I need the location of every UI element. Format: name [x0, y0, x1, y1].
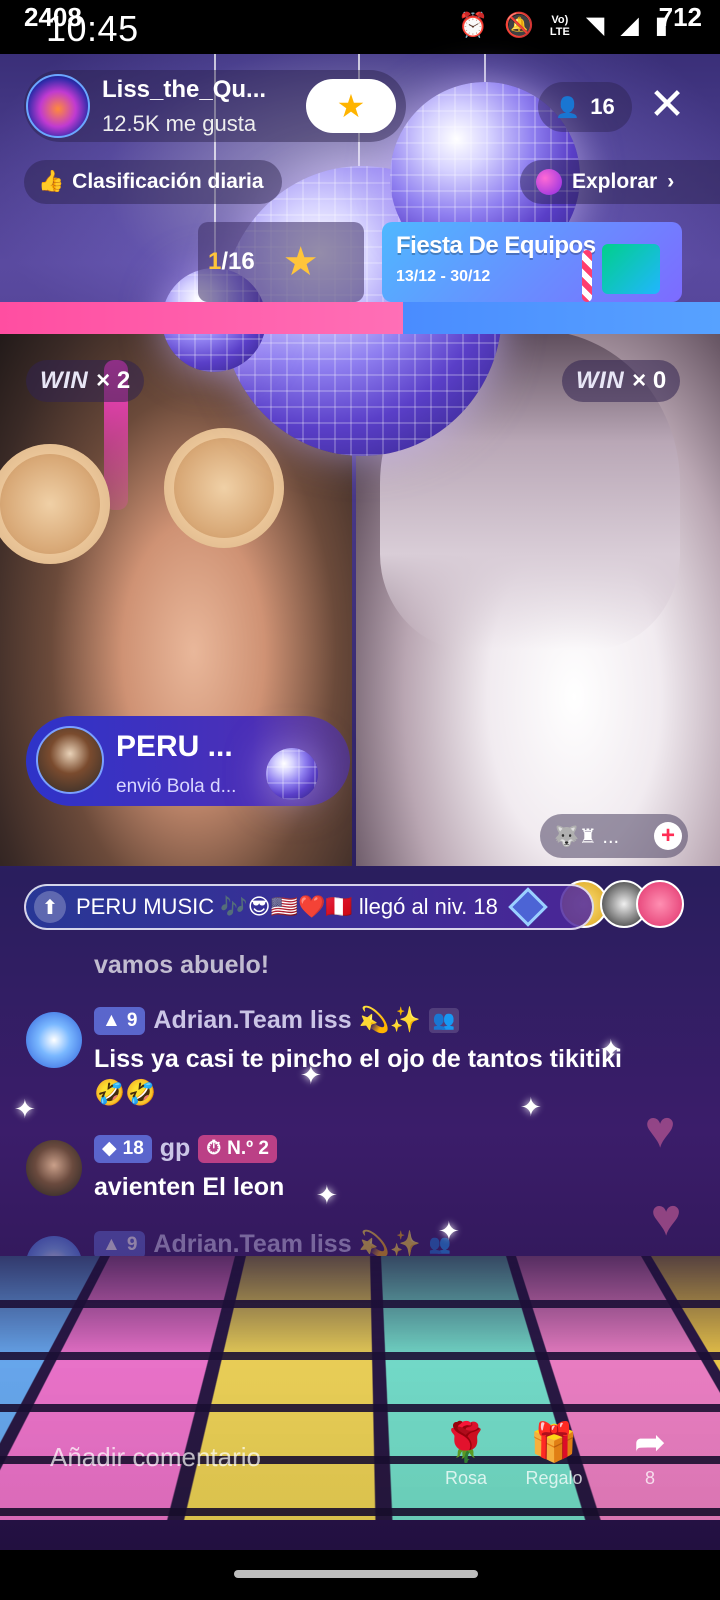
sparkle-icon: ✦	[300, 1060, 322, 1090]
disco-ball-gift-icon	[266, 748, 318, 800]
share-count: 8	[644, 1468, 655, 1488]
cohost-label: 🐺♜ ...	[554, 825, 620, 848]
chat-message-emoji: 🤣🤣	[94, 1079, 157, 1107]
chat-avatar[interactable]	[26, 1012, 82, 1068]
comment-input[interactable]: Añadir comentario	[50, 1442, 261, 1473]
gift-box-icon	[602, 244, 660, 294]
chat-header: ▲ 9 Adrian.Team liss 💫✨ 👥	[94, 1230, 451, 1259]
rose-button[interactable]: 🌹 Rosa	[426, 1420, 506, 1489]
score-bar-left	[0, 302, 404, 334]
win-streak-left: WIN × 2	[26, 360, 145, 402]
sparkle-icon: ✦	[520, 1092, 542, 1122]
level-badge: ◆ 18	[94, 1134, 152, 1163]
star-counter-card[interactable]: 1/16 ★	[198, 222, 364, 302]
chat-message: Liss ya casi te pincho el ojo de tantos …	[94, 1045, 622, 1073]
system-nav-bar	[0, 1550, 720, 1600]
home-gesture-handle[interactable]	[234, 1570, 478, 1578]
share-icon: ➦	[634, 1422, 666, 1464]
gift-icon: 🎁	[530, 1422, 578, 1464]
chat-username[interactable]: Adrian.Team liss 💫✨	[153, 1230, 420, 1259]
chat-username[interactable]: Adrian.Team liss 💫✨	[153, 1006, 420, 1035]
gift-button[interactable]: 🎁 Regalo	[514, 1420, 594, 1489]
chevron-right-icon: ›	[667, 170, 675, 193]
star-counter: 1/16	[208, 248, 255, 275]
level-badge: ▲ 9	[94, 1006, 146, 1035]
person-icon: 👤	[555, 96, 581, 119]
explore-button[interactable]: Explorar ›	[520, 160, 720, 204]
chat-header: ▲ 9 Adrian.Team liss 💫✨ 👥	[94, 1006, 460, 1035]
explore-icon	[536, 169, 562, 195]
viewer-avatar[interactable]	[636, 880, 684, 928]
viewer-count-button[interactable]: 👤 16	[538, 82, 632, 132]
star-icon: ★	[336, 88, 366, 124]
close-button[interactable]: ✕	[642, 80, 692, 130]
gift-sender-name: PERU ...	[116, 730, 233, 763]
event-dates: 13/12 - 30/12	[396, 268, 491, 285]
gift-label: Regalo	[525, 1468, 583, 1488]
score-left: 2408	[24, 2, 82, 32]
ticker-text: PERU MUSIC 🎶😎🇺🇸❤️🇵🇪 llegó al niv. 18	[76, 894, 498, 919]
chat-message-partial: vamos abuelo!	[94, 951, 270, 979]
status-bar: 10:45 ⏰ 🔕 Vo) LTE ◥ ◢ ▮	[0, 0, 720, 54]
sparkle-icon: ✦	[438, 1216, 460, 1246]
daily-ranking-label: Clasificación diaria	[72, 170, 264, 193]
win-label: WIN	[576, 367, 625, 394]
level-icon: ▲	[102, 1009, 121, 1031]
signal-icon: ◢	[620, 12, 639, 39]
arrow-up-icon: ⬆	[34, 891, 66, 923]
rose-icon: 🌹	[442, 1422, 490, 1464]
status-icons: ⏰ 🔕 Vo) LTE ◥ ◢ ▮	[458, 12, 668, 40]
sparkle-icon: ✦	[600, 1034, 622, 1064]
star-follow-button[interactable]: ★	[306, 79, 396, 133]
gift-sender-avatar[interactable]	[36, 726, 104, 794]
alarm-icon: ⏰	[458, 12, 488, 39]
add-cohost-icon[interactable]: +	[654, 822, 682, 850]
candy-cane-icon	[582, 250, 592, 302]
host-avatar[interactable]	[26, 74, 90, 138]
viewer-count: 16	[590, 94, 615, 119]
heart-icon: ♥	[650, 1189, 682, 1247]
win-count: × 0	[632, 367, 667, 394]
chat-username[interactable]: gp	[160, 1134, 191, 1163]
wifi-icon: ◥	[585, 12, 605, 39]
star-icon: ★	[282, 240, 319, 284]
diamond-icon	[508, 887, 548, 927]
chat-header: ◆ 18 gp ⏱ N.º 2	[94, 1134, 277, 1163]
host-name: Liss_the_Qu...	[102, 76, 267, 103]
gift-description: envió Bola d...	[116, 776, 237, 797]
host-likes: 12.5K me gusta	[102, 111, 257, 136]
share-button[interactable]: ➦ 8	[610, 1420, 690, 1489]
heart-icon: ♥	[644, 1101, 676, 1159]
bear-ear-right	[164, 428, 284, 548]
rose-label: Rosa	[444, 1468, 488, 1488]
score-right: 712	[658, 2, 702, 32]
level-icon: ▲	[102, 1233, 121, 1255]
daily-ranking-button[interactable]: 👍 Clasificación diaria	[24, 160, 282, 204]
level-up-ticker: ⬆ PERU MUSIC 🎶😎🇺🇸❤️🇵🇪 llegó al niv. 18	[24, 884, 594, 930]
score-bar-right	[403, 302, 720, 334]
chat-message: avienten El leon	[94, 1173, 285, 1201]
rank-badge: ⏱ N.º 2	[198, 1134, 277, 1163]
fan-club-icon: 👥	[428, 1008, 460, 1033]
sparkle-icon: ✦	[316, 1180, 338, 1210]
win-streak-right: WIN × 0	[562, 360, 681, 402]
flame-icon: 👍	[38, 170, 65, 193]
medal-icon: ⏱	[206, 1137, 222, 1159]
battle-score-bar	[0, 302, 720, 334]
sparkle-icon: ✦	[14, 1094, 36, 1124]
explore-label: Explorar	[572, 170, 658, 193]
level-badge: ▲ 9	[94, 1230, 146, 1259]
chat-avatar[interactable]	[26, 1140, 82, 1196]
event-title: Fiesta De Equipos	[396, 232, 596, 259]
win-count: × 2	[96, 367, 131, 394]
win-label: WIN	[40, 367, 89, 394]
volte-icon: Vo) LTE	[549, 14, 570, 38]
diamond-icon: ◆	[102, 1138, 117, 1159]
bell-off-icon: 🔕	[503, 12, 534, 39]
